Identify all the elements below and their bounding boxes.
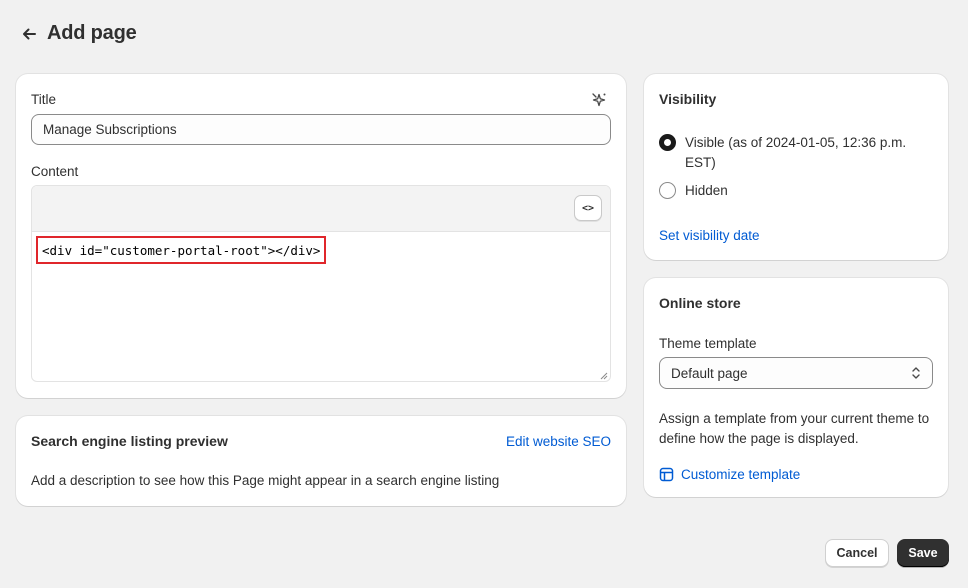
title-input[interactable] — [31, 114, 611, 145]
seo-preview-card: Search engine listing preview Edit websi… — [16, 416, 626, 506]
layout-icon — [659, 467, 674, 482]
customize-template-link[interactable]: Customize template — [659, 467, 800, 482]
cancel-button[interactable]: Cancel — [825, 539, 889, 567]
seo-description: Add a description to see how this Page m… — [31, 473, 500, 488]
visibility-title: Visibility — [659, 91, 717, 107]
hidden-label: Hidden — [685, 183, 728, 198]
content-editor: <> <div id="customer-portal-root"></div> — [31, 185, 611, 382]
online-store-title: Online store — [659, 295, 741, 311]
page-header: Add page — [18, 22, 137, 45]
hidden-radio-option[interactable]: Hidden — [659, 181, 728, 201]
visibility-card: Visibility Visible (as of 2024-01-05, 12… — [644, 74, 948, 260]
seo-card-title: Search engine listing preview — [31, 433, 228, 449]
title-label: Title — [31, 92, 57, 107]
page-content-card: Title Content <> <div id="customer-porta… — [16, 74, 626, 398]
editor-toolbar: <> — [32, 186, 610, 232]
theme-template-label: Theme template — [659, 336, 757, 351]
select-chevron-icon — [912, 367, 920, 379]
visible-radio-option[interactable]: Visible (as of 2024-01-05, 12:36 p.m. ES… — [659, 133, 934, 173]
back-button[interactable] — [18, 23, 40, 45]
resize-handle-icon[interactable] — [600, 372, 608, 380]
radio-unchecked-icon[interactable] — [659, 182, 676, 199]
code-editor-area[interactable]: <div id="customer-portal-root"></div> — [32, 232, 610, 381]
customize-template-label: Customize template — [681, 467, 801, 482]
theme-template-description: Assign a template from your current them… — [659, 411, 930, 446]
radio-checked-icon[interactable] — [659, 134, 676, 151]
content-label: Content — [31, 164, 79, 179]
arrow-left-icon — [23, 28, 36, 39]
set-visibility-date-link[interactable]: Set visibility date — [659, 228, 760, 243]
edit-website-seo-link[interactable]: Edit website SEO — [506, 434, 611, 449]
online-store-card: Online store Theme template Default page… — [644, 278, 948, 497]
visible-label: Visible (as of 2024-01-05, 12:36 p.m. ES… — [685, 135, 907, 170]
code-line-highlighted[interactable]: <div id="customer-portal-root"></div> — [36, 236, 327, 264]
theme-template-select[interactable]: Default page — [659, 357, 933, 389]
show-html-button[interactable]: <> — [574, 195, 602, 221]
sparkle-icon[interactable] — [590, 91, 608, 109]
page-title: Add page — [47, 22, 137, 44]
save-button[interactable]: Save — [897, 539, 949, 567]
theme-template-value: Default page — [671, 365, 748, 381]
